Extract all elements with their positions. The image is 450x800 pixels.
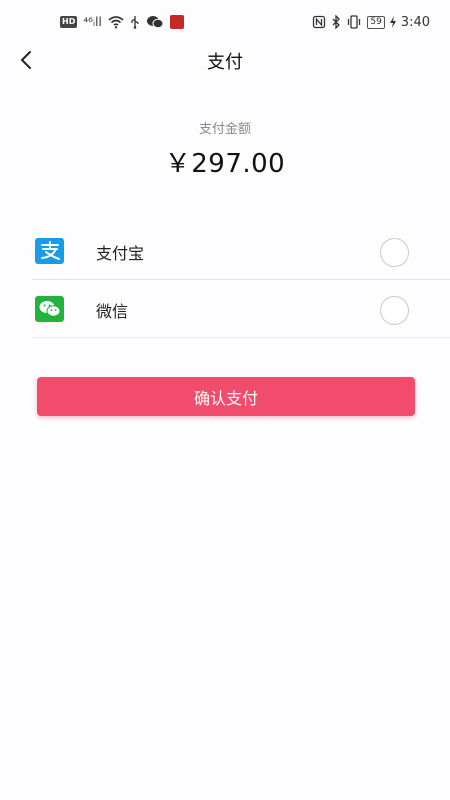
usb-icon [131,16,139,29]
status-left-icons: HD ⁴⁶ᵢll [60,13,184,31]
page-title: 支付 [207,52,243,73]
amount-label: 支付金额 [198,122,251,137]
charging-icon [389,16,396,28]
battery-icon: 59 [367,15,385,29]
status-bar: HD ⁴⁶ᵢll 59 3:40 [0,0,450,44]
wechat-icon [35,296,64,322]
wifi-icon [108,16,124,29]
confirm-payment-button[interactable]: 确认支付 [37,377,415,416]
app-notification-icon [169,15,184,29]
amount-value: ￥297.00 [164,149,286,179]
payment-method-wechat[interactable]: 微信 [32,280,450,338]
wechat-notification-icon [146,16,164,29]
alipay-radio[interactable] [380,238,409,267]
payment-screen: HD ⁴⁶ᵢll 59 3:40 支付 支付金额 ￥297.00 支付宝 微信 … [0,0,450,800]
payment-method-alipay[interactable]: 支付宝 [32,222,450,280]
status-right-icons: 59 3:40 [312,13,430,31]
bluetooth-icon [332,15,341,29]
payment-method-label: 支付宝 [96,244,145,263]
payment-method-label: 微信 [96,302,129,321]
hd-badge: HD [60,16,78,28]
vibrate-icon [348,15,361,29]
status-time: 3:40 [400,14,430,30]
nav-header: 支付 [0,40,450,80]
signal-icon: ⁴⁶ᵢll [83,15,102,29]
wechat-radio[interactable] [380,296,409,325]
alipay-icon [35,238,64,264]
nfc-icon [313,15,326,29]
